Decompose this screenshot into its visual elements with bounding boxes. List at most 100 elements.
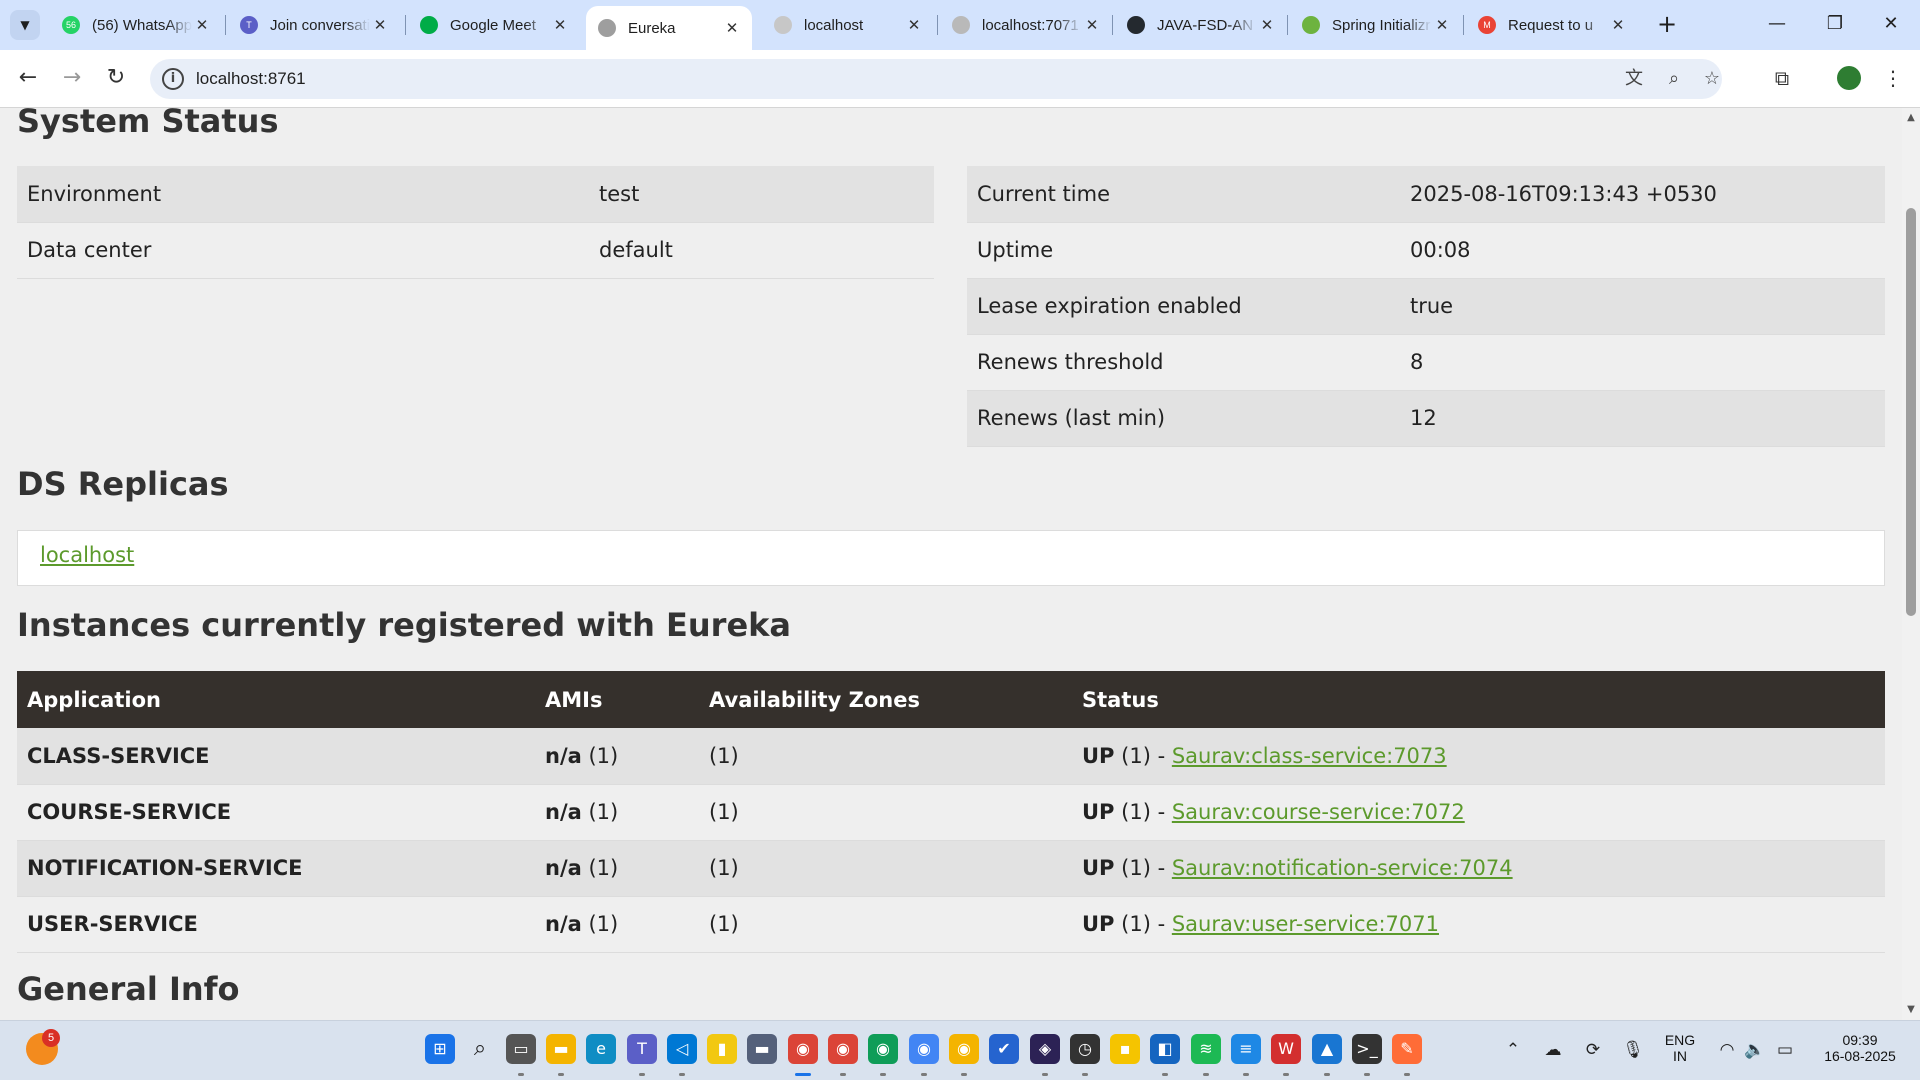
address-bar[interactable]: i localhost:8761 文 ⌕ ☆ [150, 59, 1722, 99]
status-count: (1) - [1121, 912, 1166, 936]
todo-icon[interactable]: ✔ [989, 1034, 1019, 1064]
browser-tab[interactable]: M Request to u ✕ [1466, 8, 1638, 42]
ds-replicas-heading: DS Replicas [17, 465, 229, 503]
application-name: COURSE-SERVICE [17, 784, 535, 841]
tab-search-button[interactable]: ▼ [10, 10, 40, 40]
restore-button[interactable]: ❐ [1810, 0, 1860, 50]
tab-close-icon[interactable]: ✕ [1082, 16, 1102, 34]
tab-close-icon[interactable]: ✕ [904, 16, 924, 34]
ami-value: n/a [545, 800, 582, 824]
translate-icon[interactable]: 文 [1622, 67, 1646, 91]
sticky-notes-icon[interactable]: ▪ [1110, 1034, 1140, 1064]
vscode-icon[interactable]: ◁ [667, 1034, 697, 1064]
browser-tab[interactable]: localhost:7071 ✕ [940, 8, 1112, 42]
ami-value: n/a [545, 856, 582, 880]
tab-close-icon[interactable]: ✕ [370, 16, 390, 34]
terminal-icon[interactable]: >_ [1352, 1034, 1382, 1064]
eclipse-icon[interactable]: ◈ [1030, 1034, 1060, 1064]
language-label: ENG [1664, 1032, 1696, 1048]
postman-icon[interactable]: ✎ [1392, 1034, 1422, 1064]
browser-tab[interactable]: JAVA-FSD-AN ✕ [1115, 8, 1287, 42]
tab-close-icon[interactable]: ✕ [1432, 16, 1452, 34]
status-label: Renews threshold [967, 334, 1400, 391]
mysql-workbench-icon[interactable]: ▬ [747, 1034, 777, 1064]
scroll-down-icon[interactable]: ▼ [1905, 1004, 1917, 1015]
status-label: Environment [17, 166, 589, 223]
instance-link[interactable]: Saurav:course-service:7072 [1172, 800, 1465, 824]
availability-zones: (1) [699, 896, 1072, 953]
clock[interactable]: 09:39 16-08-2025 [1810, 1032, 1910, 1064]
instance-link[interactable]: Saurav:user-service:7071 [1172, 912, 1439, 936]
extensions-icon[interactable]: ⧉ [1767, 63, 1797, 93]
microphone-icon[interactable]: 🎙 [1620, 1037, 1646, 1063]
browser-tab[interactable]: Google Meet ✕ [408, 8, 580, 42]
status-value: default [589, 222, 934, 279]
instance-link[interactable]: Saurav:class-service:7073 [1172, 744, 1447, 768]
power-bi-icon[interactable]: ▮ [707, 1034, 737, 1064]
ami-cell: n/a (1) [535, 784, 699, 841]
browser-toolbar: ← → ↻ i localhost:8761 文 ⌕ ☆ ⧉ ⋮ [0, 50, 1920, 108]
scroll-up-icon[interactable]: ▲ [1905, 112, 1917, 123]
chrome-icon[interactable]: ◉ [788, 1034, 818, 1064]
status-row: Renews (last min) 12 [967, 390, 1885, 447]
running-indicator [639, 1073, 645, 1076]
close-window-button[interactable]: ✕ [1866, 0, 1916, 50]
reload-button[interactable]: ↻ [100, 62, 132, 94]
minimize-button[interactable]: — [1752, 0, 1802, 50]
volume-icon[interactable]: 🔈 [1742, 1037, 1768, 1063]
onedrive-icon[interactable]: ☁ [1540, 1037, 1566, 1063]
spotify-icon[interactable]: ≋ [1191, 1034, 1221, 1064]
sync-icon[interactable]: ⟳ [1580, 1037, 1606, 1063]
browser-tab[interactable]: Spring Initializr ✕ [1290, 8, 1462, 42]
tab-close-icon[interactable]: ✕ [722, 19, 742, 37]
edge-icon[interactable]: e [586, 1034, 616, 1064]
teams-icon[interactable]: T [627, 1034, 657, 1064]
ami-value: n/a [545, 743, 582, 768]
tab-close-icon[interactable]: ✕ [192, 16, 212, 34]
tab-close-icon[interactable]: ✕ [1257, 16, 1277, 34]
scrollbar-thumb[interactable] [1906, 208, 1916, 616]
chevron-up-icon[interactable]: ⌃ [1500, 1037, 1526, 1063]
photos-icon[interactable]: ▲ [1312, 1034, 1342, 1064]
browser-tab[interactable]: 56 (56) WhatsApp ✕ [50, 8, 222, 42]
browser-tab[interactable]: Eureka ✕ [586, 6, 752, 50]
profile-avatar[interactable] [1834, 63, 1864, 93]
battery-icon[interactable]: ▭ [1772, 1037, 1798, 1063]
status-count: (1) - [1121, 743, 1166, 768]
browser-tab[interactable]: localhost ✕ [762, 8, 934, 42]
chrome-profile-5-icon[interactable]: ◉ [949, 1034, 979, 1064]
zoom-icon[interactable]: ⌕ [1662, 67, 1686, 91]
status-value: 2025-08-16T09:13:43 +0530 [1400, 166, 1885, 223]
wps-office-icon[interactable]: W [1271, 1034, 1301, 1064]
menu-kebab-icon[interactable]: ⋮ [1878, 63, 1908, 93]
browser-tab[interactable]: T Join conversation✕ [228, 8, 400, 42]
instance-link[interactable]: Saurav:notification-service:7074 [1172, 856, 1513, 880]
site-info-icon[interactable]: i [162, 68, 184, 90]
chrome-profile-3-icon[interactable]: ◉ [868, 1034, 898, 1064]
windows-start-icon[interactable]: ⊞ [425, 1034, 455, 1064]
notepad-icon[interactable]: ≡ [1231, 1034, 1261, 1064]
forward-button[interactable]: → [56, 62, 88, 94]
chrome-profile-4-icon[interactable]: ◉ [909, 1034, 939, 1064]
tab-favicon-icon [1302, 16, 1320, 34]
running-indicator [1082, 1073, 1088, 1076]
wifi-icon[interactable]: ◠ [1714, 1037, 1740, 1063]
new-tab-button[interactable]: + [1652, 10, 1682, 40]
widgets-icon[interactable]: 5 [26, 1029, 60, 1065]
remote-desktop-icon[interactable]: ◧ [1150, 1034, 1180, 1064]
page-scrollbar[interactable]: ▲ ▼ [1902, 108, 1920, 1020]
task-view-icon[interactable]: ▭ [506, 1034, 536, 1064]
clock-app-icon[interactable]: ◷ [1070, 1034, 1100, 1064]
bookmark-star-icon[interactable]: ☆ [1700, 67, 1724, 91]
search-icon[interactable]: ⌕ [465, 1034, 495, 1064]
back-button[interactable]: ← [12, 62, 44, 94]
address-url[interactable]: localhost:8761 [196, 69, 306, 89]
replica-link[interactable]: localhost [40, 543, 134, 567]
tab-close-icon[interactable]: ✕ [550, 16, 570, 34]
tab-close-icon[interactable]: ✕ [1608, 16, 1628, 34]
chrome-profile-2-icon[interactable]: ◉ [828, 1034, 858, 1064]
language-indicator[interactable]: ENG IN [1660, 1032, 1700, 1064]
instances-heading: Instances currently registered with Eure… [17, 606, 792, 644]
ami-value: n/a [545, 912, 582, 936]
file-explorer-icon[interactable]: ▬ [546, 1034, 576, 1064]
